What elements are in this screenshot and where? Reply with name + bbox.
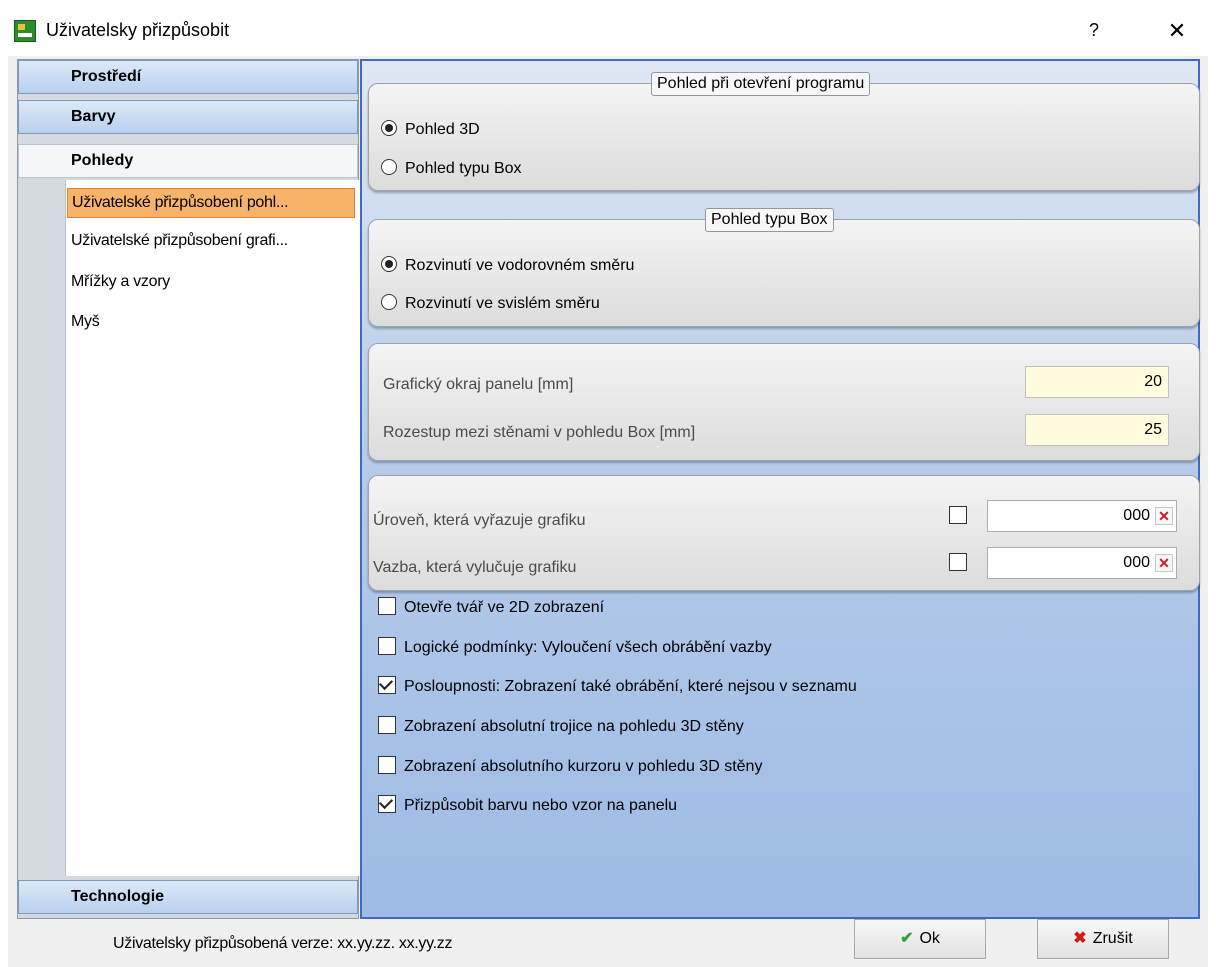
radio-icon[interactable] — [381, 119, 397, 136]
radio-rozvinuti-vodorovne[interactable]: Rozvinutí ve vodorovném směru — [381, 255, 634, 277]
input-vazba[interactable]: 000 ✕ — [987, 547, 1177, 579]
nav-item-mrizky-vzory[interactable]: Mřížky a vzory — [67, 267, 355, 297]
option-otevre-tvar-2d[interactable]: Otevře tvář ve 2D zobrazení — [378, 596, 604, 619]
navigation-panel: Prostředí Barvy Pohledy Uživatelské přiz… — [17, 59, 360, 919]
nav-item-mys[interactable]: Myš — [67, 307, 355, 337]
cancel-button[interactable]: ✖ Zrušit — [1037, 919, 1169, 959]
red-x-icon: ✖ — [1073, 930, 1087, 947]
checkbox-vazba[interactable] — [949, 553, 967, 571]
title-bar: Uživatelsky přizpůsobit ? ✕ — [0, 0, 1216, 56]
radio-icon[interactable] — [381, 255, 397, 272]
settings-panel: Pohled při otevření programu Pohled 3D P… — [360, 59, 1200, 919]
nav-section-technologie[interactable]: Technologie — [18, 880, 358, 914]
input-uroven[interactable]: 000 ✕ — [987, 500, 1177, 532]
label-graficky-okraj: Grafický okraj panelu [mm] — [383, 376, 574, 393]
option-absolutni-trojice[interactable]: Zobrazení absolutní trojice na pohledu 3… — [378, 715, 744, 738]
checkbox-icon[interactable] — [378, 675, 396, 694]
checkbox-icon[interactable] — [378, 715, 396, 734]
dialog-body: Prostředí Barvy Pohledy Uživatelské přiz… — [8, 56, 1208, 967]
radio-icon[interactable] — [381, 293, 397, 310]
option-absolutni-kurzor[interactable]: Zobrazení absolutního kurzoru v pohledu … — [378, 755, 762, 778]
radio-pohled-3d[interactable]: Pohled 3D — [381, 119, 480, 141]
checkbox-icon[interactable] — [378, 596, 396, 615]
group-box-view: Pohled typu Box Rozvinutí ve vodorovném … — [368, 208, 1200, 327]
radio-icon[interactable] — [381, 158, 397, 175]
ok-button[interactable]: ✔ Ok — [854, 919, 986, 959]
clear-x-icon[interactable]: ✕ — [1155, 554, 1173, 572]
nav-section-pohledy[interactable]: Pohledy — [18, 144, 358, 178]
checkmark-icon — [378, 794, 394, 809]
checkmark-icon: ✔ — [900, 930, 914, 947]
checkbox-icon[interactable] — [378, 794, 396, 813]
help-button[interactable]: ? — [1082, 18, 1106, 42]
group-legend: Pohled při otevření programu — [651, 72, 871, 96]
radio-rozvinuti-svisle[interactable]: Rozvinutí ve svislém směru — [381, 293, 600, 315]
app-icon — [14, 20, 36, 42]
checkbox-icon[interactable] — [378, 755, 396, 774]
nav-item-uzivatelske-pohledy[interactable]: Uživatelské přizpůsobení pohl... — [67, 188, 355, 218]
close-button[interactable]: ✕ — [1163, 17, 1191, 45]
nav-item-uzivatelske-grafika[interactable]: Uživatelské přizpůsobení grafi... — [67, 226, 355, 256]
checkbox-icon[interactable] — [378, 636, 396, 655]
label-uroven-vyrazuje: Úroveň, která vyřazuje grafiku — [373, 512, 586, 529]
group-dimensions: Grafický okraj panelu [mm] 20 Rozestup m… — [368, 343, 1200, 461]
label-vazba-vylucuje: Vazba, která vylučuje grafiku — [373, 559, 577, 576]
input-rozestup-sten[interactable]: 25 — [1025, 414, 1169, 446]
clear-x-icon[interactable]: ✕ — [1155, 507, 1173, 525]
input-graficky-okraj[interactable]: 20 — [1025, 366, 1169, 398]
option-posloupnosti[interactable]: Posloupnosti: Zobrazení také obrábění, k… — [378, 675, 857, 698]
group-view-on-open: Pohled při otevření programu Pohled 3D P… — [368, 72, 1200, 191]
version-label: Uživatelsky přizpůsobená verze: xx.yy.zz… — [113, 935, 453, 952]
option-prizpusobit-barvu[interactable]: Přizpůsobit barvu nebo vzor na panelu — [378, 794, 677, 817]
group-legend: Pohled typu Box — [705, 208, 834, 232]
option-logicke-podminky[interactable]: Logické podmínky: Vyloučení všech obrábě… — [378, 636, 772, 659]
radio-pohled-box[interactable]: Pohled typu Box — [381, 158, 522, 180]
nav-section-barvy[interactable]: Barvy — [18, 100, 358, 134]
label-rozestup-sten: Rozestup mezi stěnami v pohledu Box [mm] — [383, 424, 696, 441]
group-graphics-exclusion: Úroveň, která vyřazuje grafiku 000 ✕ Vaz… — [368, 475, 1200, 591]
checkbox-uroven[interactable] — [949, 506, 967, 524]
window-title: Uživatelsky přizpůsobit — [46, 20, 230, 40]
checkmark-icon — [378, 675, 394, 690]
nav-section-prostredi[interactable]: Prostředí — [18, 60, 358, 94]
